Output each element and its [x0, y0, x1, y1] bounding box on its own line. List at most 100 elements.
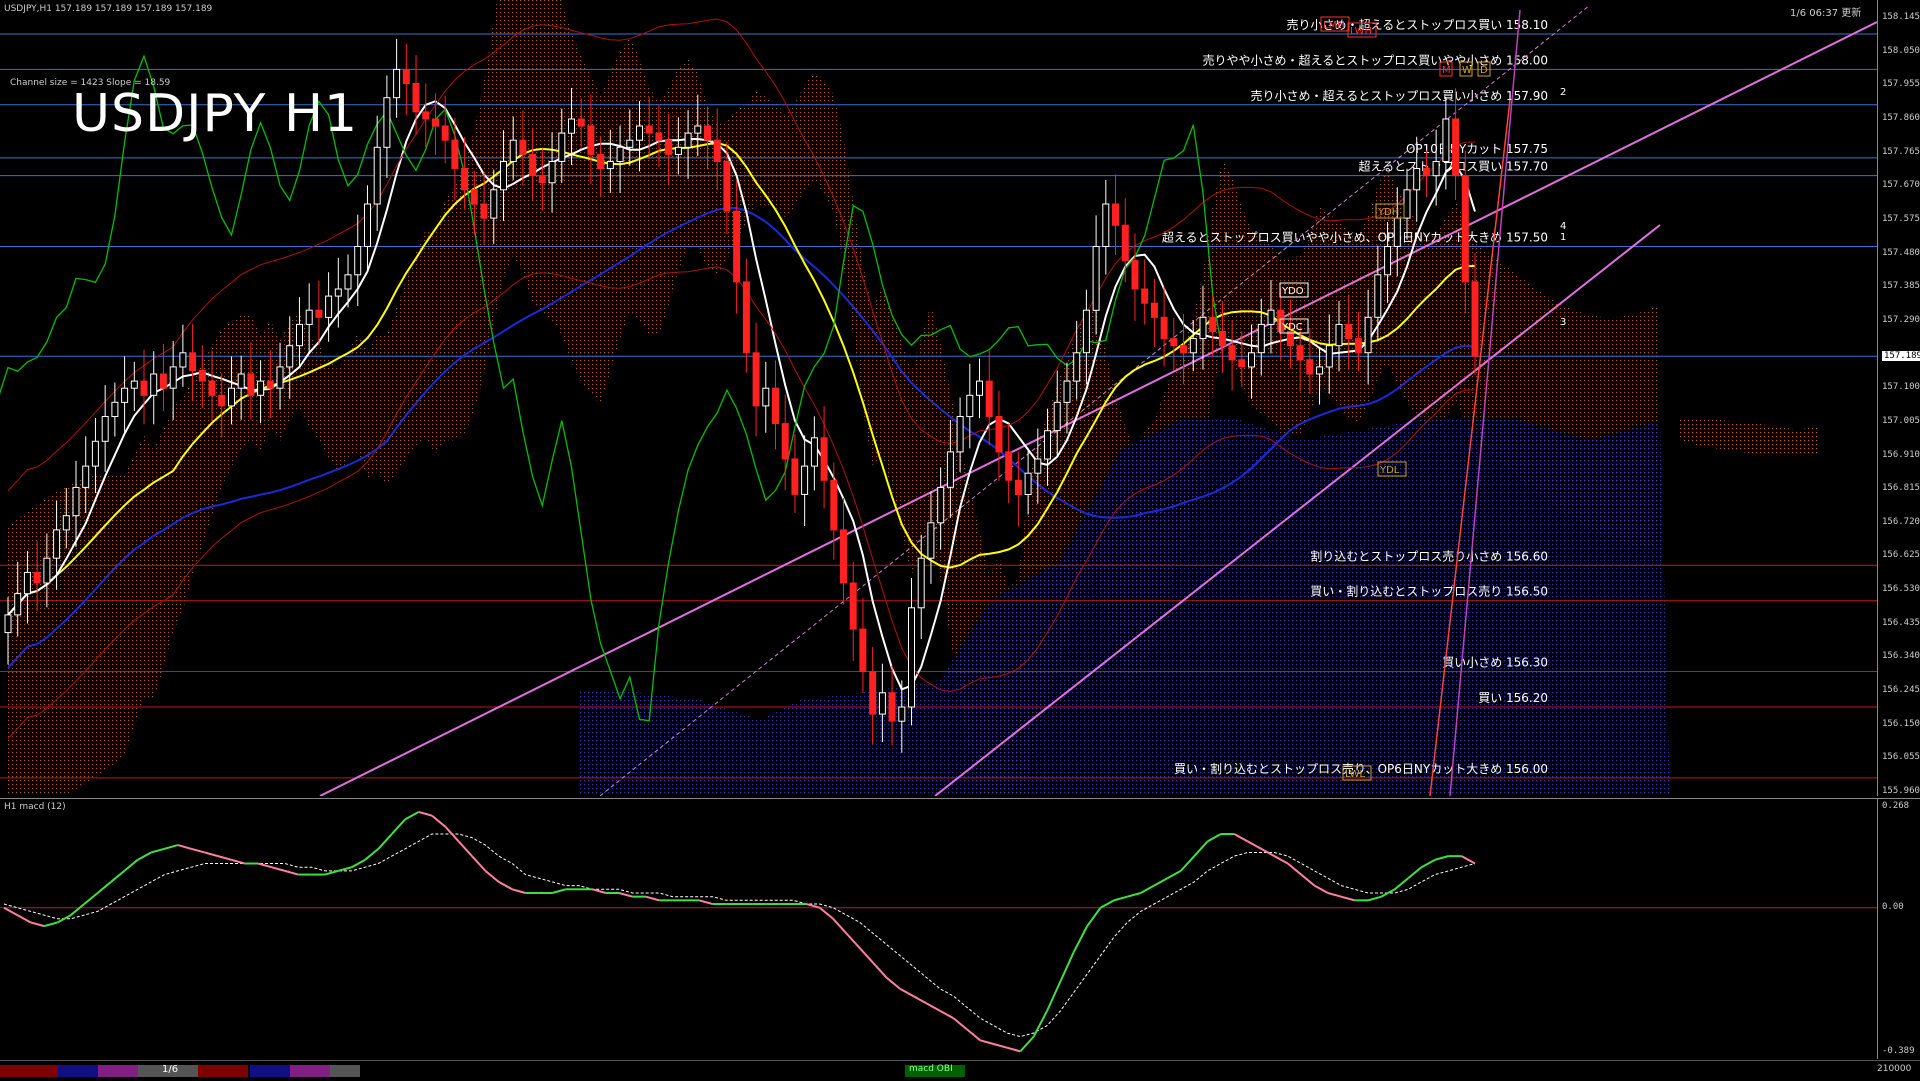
macd-segment — [418, 810, 433, 817]
macd-segment — [471, 855, 487, 872]
level-label-2: 売り小さめ・超えるとストップロス買い小さめ 157.90 — [1251, 88, 1548, 103]
candle-body — [257, 380, 265, 396]
price-tick: 156.150 — [1882, 718, 1920, 729]
macd-segment — [912, 995, 928, 1005]
candle-body — [577, 118, 585, 127]
price-tick: 156.530 — [1882, 584, 1920, 595]
macd-segment — [404, 811, 420, 821]
price-tick: 157.765 — [1882, 146, 1920, 157]
candle-body — [1131, 260, 1139, 290]
candle-body — [218, 394, 226, 407]
macd-segment — [1140, 884, 1155, 894]
candle-body — [1335, 323, 1343, 347]
macd-segment — [952, 1017, 968, 1031]
candle-body — [781, 423, 789, 460]
candle-body — [334, 288, 342, 297]
candle-body — [1199, 316, 1207, 340]
macd-segment — [1273, 855, 1289, 865]
candle-body — [529, 153, 537, 177]
macd-axis-top: 0.268 — [1882, 801, 1910, 811]
candle-body — [82, 465, 90, 488]
tab-color-5[interactable] — [250, 1065, 290, 1077]
candle-body — [1024, 472, 1032, 496]
candle-body — [1442, 118, 1450, 162]
macd-segment — [511, 888, 526, 894]
candle-body — [820, 437, 828, 481]
candle-body — [597, 153, 605, 170]
tab-color-2[interactable] — [58, 1065, 98, 1077]
macd-segment — [431, 814, 446, 828]
candle-body — [830, 479, 838, 531]
macd-label: H1 macd (12) — [4, 802, 66, 812]
marker-ydo: YDO — [1281, 286, 1304, 297]
candle-body — [1014, 479, 1022, 495]
macd-segment — [1100, 899, 1115, 909]
macd-segment — [1006, 1046, 1021, 1053]
level-label-3: OP10日NYカット 157.75 — [1406, 142, 1548, 156]
candle-body — [1238, 359, 1246, 368]
macd-segment — [806, 903, 821, 909]
tab-color-4[interactable] — [198, 1065, 248, 1077]
tab-page[interactable]: 1/6 — [138, 1064, 198, 1077]
price-tick: 157.100 — [1882, 382, 1920, 393]
macd-segment — [1327, 892, 1342, 898]
candle-body — [1102, 203, 1110, 247]
macd-segment — [1233, 833, 1249, 843]
tab-color-6[interactable] — [290, 1065, 330, 1077]
symbol-info: USDJPY,H1 157.189 157.189 157.189 157.18… — [4, 4, 213, 14]
candle-body — [1384, 246, 1392, 276]
tab-color-1[interactable] — [0, 1065, 58, 1077]
level-label-1: 売りやや小さめ・超えるとストップロス買いやや小さめ 158.00 — [1203, 52, 1548, 67]
candle-body — [752, 352, 760, 407]
price-tick: 157.575 — [1882, 213, 1920, 224]
candle-body — [1141, 288, 1149, 304]
candle-body — [412, 83, 420, 113]
macd-segment — [926, 1002, 941, 1012]
price-tick: 156.245 — [1882, 685, 1920, 695]
macd-segment — [1180, 855, 1195, 872]
macd-segment — [1394, 877, 1409, 891]
candle-body — [1209, 316, 1217, 332]
price-tick: 156.435 — [1882, 617, 1920, 628]
macd-segment — [137, 851, 152, 861]
candle-body — [985, 380, 993, 418]
candle-body — [470, 189, 478, 205]
macd-axis-zero: 0.00 — [1882, 902, 1904, 912]
price-tick: 157.860 — [1882, 113, 1920, 123]
candle-body — [587, 125, 595, 155]
candle-body — [1160, 316, 1168, 340]
candle-body — [1082, 309, 1090, 354]
future-cloud — [1680, 418, 1820, 456]
macd-panel[interactable]: H1 macd (12) — [0, 798, 1877, 1059]
macd-segment — [1046, 980, 1062, 1012]
marker-ydl: YDL — [1379, 465, 1400, 476]
right-value: 210000 — [1877, 1064, 1912, 1074]
marker-1: 1 — [1560, 232, 1566, 243]
candle-body — [461, 168, 469, 191]
macd-segment — [872, 962, 888, 979]
tab-color-3[interactable] — [98, 1065, 138, 1077]
candle-body — [1267, 309, 1275, 325]
macd-segment — [30, 921, 45, 928]
tab-color-7[interactable] — [330, 1065, 360, 1077]
candle-body — [859, 628, 867, 673]
candle-body — [810, 437, 818, 467]
candle-body — [908, 607, 915, 708]
candle-body — [14, 593, 22, 616]
macd-segment — [190, 847, 205, 854]
candle-body — [315, 309, 323, 318]
price-chart-panel[interactable]: 売り小さめ・超えるとストップロス買い 158.10 売りやや小さめ・超えるとストッ… — [0, 0, 1878, 876]
macd-segment — [164, 844, 179, 850]
candle-body — [422, 111, 430, 120]
macd-segment — [3, 906, 18, 916]
candle-body — [296, 323, 303, 347]
macd-segment — [1113, 895, 1128, 902]
macd-segment — [364, 848, 380, 861]
price-tick: 157.670 — [1882, 180, 1920, 191]
macd-segment — [1247, 840, 1262, 850]
macd-segment — [552, 888, 566, 894]
tab-macd[interactable]: macd OBI — [905, 1064, 965, 1077]
macd-segment — [1086, 907, 1102, 927]
candle-body — [878, 692, 886, 715]
marker-d: D — [1480, 65, 1488, 76]
